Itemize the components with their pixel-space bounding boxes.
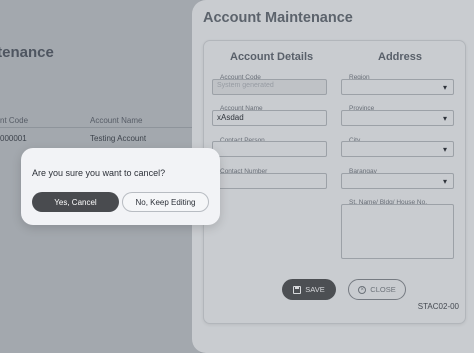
confirm-cancel-button[interactable]: Yes, Cancel xyxy=(32,192,119,212)
save-button-label: SAVE xyxy=(305,285,325,294)
account-code-field: System generated xyxy=(212,79,327,95)
account-name-field[interactable]: xAsdad xyxy=(212,110,327,126)
city-select[interactable] xyxy=(341,141,454,157)
page-title: ntenance xyxy=(0,44,54,61)
column-header-account-name: Account Name xyxy=(90,116,143,125)
divider xyxy=(0,127,200,128)
column-header-account-code: nt Code xyxy=(0,116,29,125)
keep-editing-button[interactable]: No, Keep Editing xyxy=(122,192,209,212)
contact-person-field[interactable] xyxy=(212,141,327,157)
cancel-confirmation-modal: Are you sure you want to cancel? Yes, Ca… xyxy=(21,148,220,225)
close-icon: × xyxy=(358,285,367,294)
table-cell-account-name: Testing Account xyxy=(90,134,147,143)
province-select[interactable] xyxy=(341,110,454,126)
drawer-title: Account Maintenance xyxy=(203,10,353,26)
save-icon xyxy=(293,285,302,294)
account-form: Account Details Address Account Code Sys… xyxy=(203,40,466,324)
form-code: STAC02-00 xyxy=(417,302,459,311)
close-button-label: CLOSE xyxy=(370,285,396,294)
street-textarea[interactable] xyxy=(341,204,454,259)
contact-number-field[interactable] xyxy=(212,173,327,189)
modal-message: Are you sure you want to cancel? xyxy=(32,168,166,178)
account-maintenance-drawer: Account Maintenance Account Details Addr… xyxy=(192,0,474,353)
section-title-address: Address xyxy=(378,51,423,63)
save-button[interactable]: SAVE xyxy=(282,279,336,300)
section-title-account-details: Account Details xyxy=(230,51,314,63)
close-button[interactable]: × CLOSE xyxy=(348,279,406,300)
barangay-select[interactable] xyxy=(341,173,454,189)
table-cell-account-code: 000001 xyxy=(0,134,27,143)
region-select[interactable] xyxy=(341,79,454,95)
